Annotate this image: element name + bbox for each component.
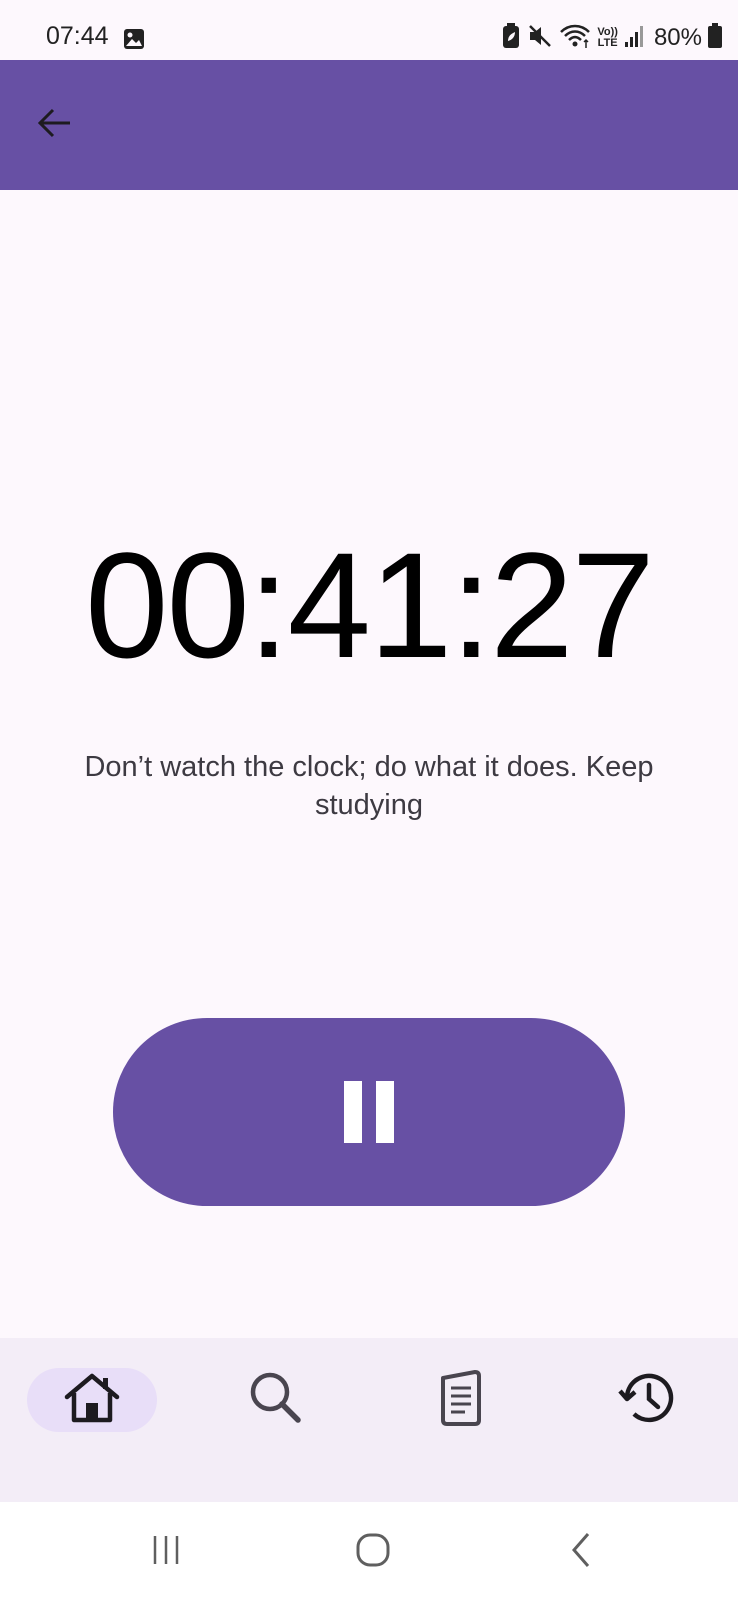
system-back-button[interactable] (551, 1530, 611, 1574)
system-navigation-bar (0, 1502, 738, 1600)
gallery-icon (123, 28, 145, 50)
wifi-icon (559, 23, 591, 54)
nav-item-notes[interactable] (396, 1368, 526, 1432)
search-icon (246, 1368, 306, 1433)
nav-item-search[interactable] (211, 1368, 341, 1432)
pause-button[interactable] (113, 1018, 625, 1206)
status-time: 07:44 (46, 22, 109, 50)
recents-icon (149, 1533, 183, 1572)
battery-icon (708, 22, 722, 54)
back-button[interactable] (30, 100, 80, 150)
mute-icon (527, 23, 553, 54)
motivational-quote: Don’t watch the clock; do what it does. … (84, 751, 654, 821)
volte-label-bottom: LTE (597, 37, 618, 49)
battery-saver-icon (501, 22, 521, 54)
status-icons: Vo)) LTE 80% (501, 22, 722, 54)
notes-icon (437, 1368, 485, 1433)
pause-icon (344, 1081, 394, 1143)
recents-button[interactable] (136, 1530, 196, 1574)
timer-display: 00:41:27 (85, 521, 655, 689)
battery-percent: 80% (653, 24, 702, 51)
home-icon (62, 1371, 122, 1430)
bottom-navigation (0, 1338, 738, 1502)
back-chevron-icon (566, 1530, 596, 1575)
nav-item-home[interactable] (27, 1368, 157, 1432)
status-bar: 07:44 Vo)) LTE 80% (0, 0, 738, 60)
home-circle-icon (355, 1532, 391, 1573)
arrow-left-icon (36, 104, 74, 147)
signal-icon (624, 24, 646, 53)
history-icon (617, 1368, 677, 1433)
nav-item-history[interactable] (582, 1368, 712, 1432)
app-bar (0, 60, 738, 190)
volte-icon: Vo)) LTE (597, 27, 618, 49)
system-home-button[interactable] (343, 1530, 403, 1574)
